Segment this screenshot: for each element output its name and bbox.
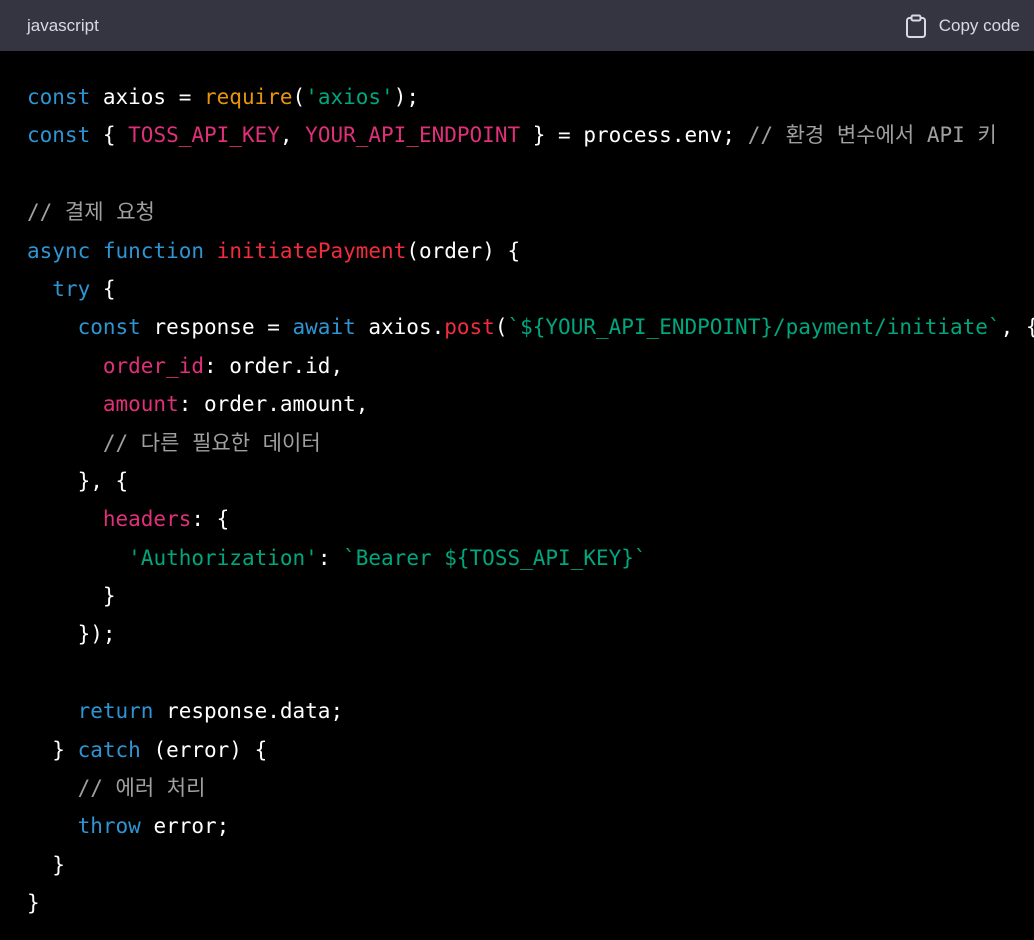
code-token: : bbox=[317, 545, 344, 570]
code-token: const bbox=[27, 85, 91, 109]
code-token: }, { bbox=[27, 468, 129, 493]
code-line: }, { bbox=[27, 462, 1034, 500]
language-label: javascript bbox=[27, 15, 99, 35]
code-token: } = process.env; bbox=[520, 123, 748, 148]
code-line: } bbox=[27, 884, 1034, 922]
code-token: : order.id, bbox=[204, 353, 344, 378]
code-token: , { bbox=[1000, 315, 1034, 340]
code-line: } catch (error) { bbox=[27, 731, 1034, 769]
code-token: error; bbox=[140, 814, 230, 839]
code-token: (order) { bbox=[406, 238, 521, 263]
code-line: // 다른 필요한 데이터 bbox=[27, 424, 1034, 462]
code-token: // 결제 요청 bbox=[27, 200, 155, 225]
code-line: }); bbox=[27, 615, 1034, 653]
code-block-header: javascript Copy code bbox=[0, 0, 1034, 51]
clipboard-icon bbox=[905, 14, 927, 38]
code-line: try { bbox=[27, 270, 1034, 308]
code-token: try bbox=[52, 276, 91, 301]
code-token: amount bbox=[102, 392, 179, 417]
code-token: `${YOUR_API_ENDPOINT}/payment/initiate` bbox=[507, 315, 1001, 340]
code-token: 'axios' bbox=[305, 85, 394, 109]
code-content: const axios = require('axios'); const { T… bbox=[27, 78, 1034, 923]
code-token: catch bbox=[77, 737, 141, 762]
code-line: // 에러 처리 bbox=[27, 769, 1034, 807]
code-area[interactable]: const axios = require('axios'); const { T… bbox=[0, 51, 1034, 940]
code-token: (error) { bbox=[140, 737, 268, 762]
code-line: headers: { bbox=[27, 500, 1034, 538]
code-token: { bbox=[90, 276, 116, 301]
code-token: : order.amount, bbox=[178, 392, 369, 417]
code-token: return bbox=[77, 699, 154, 724]
code-line: const { TOSS_API_KEY, YOUR_API_ENDPOINT … bbox=[27, 116, 1034, 154]
code-line: order_id: order.id, bbox=[27, 347, 1034, 385]
code-line: const response = await axios.post(`${YOU… bbox=[27, 308, 1034, 346]
code-token: } bbox=[27, 891, 40, 916]
code-token: axios = bbox=[90, 85, 205, 109]
code-token: ( bbox=[494, 315, 508, 340]
code-token: initiatePayment bbox=[216, 238, 407, 263]
code-token: await bbox=[292, 315, 356, 340]
code-line: } bbox=[27, 577, 1034, 615]
code-token: // 환경 변수에서 API 키 bbox=[747, 123, 997, 148]
code-line: } bbox=[27, 846, 1034, 884]
code-token: function bbox=[102, 238, 205, 263]
code-token: require bbox=[204, 85, 293, 109]
code-token: const bbox=[77, 315, 141, 340]
code-token: headers bbox=[102, 507, 192, 532]
code-token: post bbox=[444, 315, 495, 340]
code-token: TOSS_API_KEY bbox=[128, 123, 280, 148]
code-line: async function initiatePayment(order) { bbox=[27, 232, 1034, 270]
code-token: : { bbox=[191, 507, 230, 532]
code-token: YOUR_API_ENDPOINT bbox=[305, 123, 521, 148]
code-token: { bbox=[90, 123, 129, 148]
code-line: amount: order.amount, bbox=[27, 385, 1034, 423]
code-token: throw bbox=[77, 814, 141, 839]
code-token: } bbox=[27, 584, 116, 609]
code-line: // 결제 요청 bbox=[27, 193, 1034, 231]
copy-code-label: Copy code bbox=[938, 15, 1020, 35]
code-token: order_id bbox=[102, 353, 205, 378]
code-token: // 에러 처리 bbox=[77, 776, 206, 801]
code-line: return response.data; bbox=[27, 692, 1034, 730]
code-token: , bbox=[279, 123, 306, 148]
code-token: const bbox=[27, 123, 91, 148]
copy-code-button[interactable]: Copy code bbox=[905, 14, 1020, 38]
code-token: ( bbox=[292, 85, 306, 109]
code-token: // 다른 필요한 데이터 bbox=[102, 430, 321, 455]
code-token: response = bbox=[140, 315, 293, 340]
code-line: 'Authorization': `Bearer ${TOSS_API_KEY}… bbox=[27, 539, 1034, 577]
code-line: throw error; bbox=[27, 807, 1034, 845]
code-token: }); bbox=[27, 622, 116, 647]
code-token: async bbox=[27, 238, 91, 263]
code-token: ); bbox=[393, 85, 419, 109]
code-token: axios. bbox=[355, 315, 445, 340]
code-token: } bbox=[27, 852, 65, 877]
code-token: } bbox=[27, 737, 78, 762]
code-token: response.data; bbox=[153, 699, 344, 724]
code-token: 'Authorization' bbox=[128, 545, 318, 570]
code-token: `Bearer ${TOSS_API_KEY}` bbox=[343, 545, 647, 570]
code-line: const axios = require('axios'); bbox=[27, 78, 1034, 116]
